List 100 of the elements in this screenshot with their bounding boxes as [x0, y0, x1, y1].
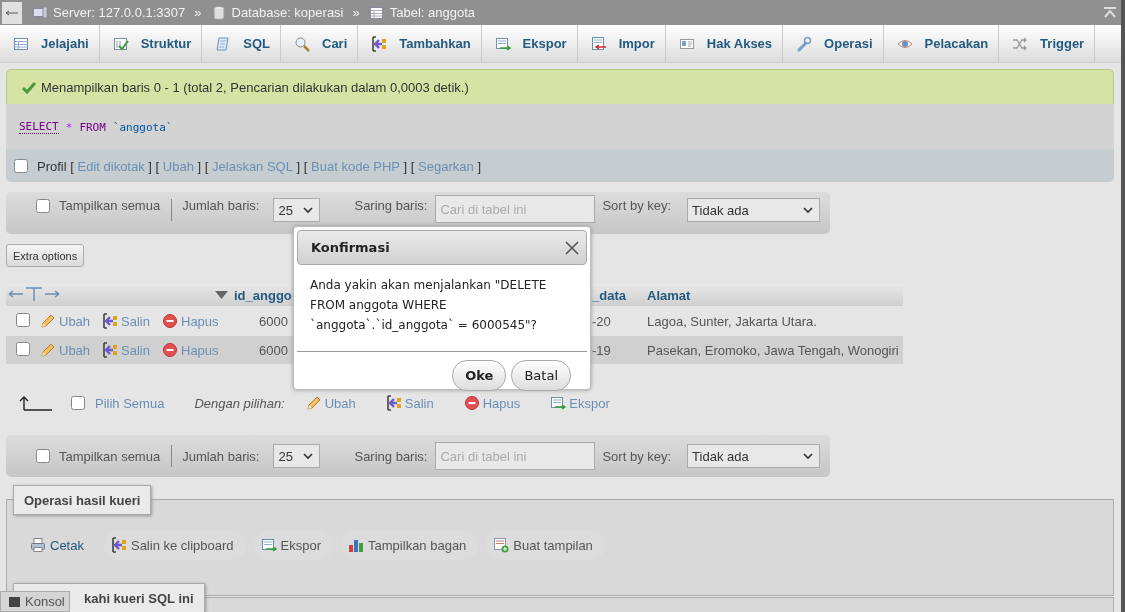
with-selected-label: Dengan pilihan: — [194, 395, 285, 411]
table-cell-text: 6000 — [258, 313, 289, 329]
table-icon — [368, 4, 385, 21]
tab[interactable]: Tambahkan — [358, 25, 482, 62]
collapse-button[interactable] — [2, 1, 22, 24]
tab[interactable]: Trigger — [999, 25, 1096, 62]
bracket: [ — [154, 158, 161, 174]
sort-select[interactable]: Tidak ada — [687, 444, 821, 468]
check-icon — [21, 79, 37, 95]
export-icon — [494, 35, 511, 52]
operation-button[interactable]: Cetak — [23, 530, 96, 560]
filter-label: Saring baris: — [354, 448, 428, 464]
insert-icon — [110, 537, 127, 553]
table-cell-text: Pasekan, Eromoko, Jawa Tengah, Wonogiri — [647, 342, 900, 358]
search-icon — [294, 35, 310, 52]
chevron-icon — [803, 206, 814, 214]
wrench-icon — [796, 35, 813, 52]
bar-chart-icon — [348, 537, 365, 553]
tab[interactable]: SQL — [202, 25, 281, 62]
message-text: Menampilkan baris 0 - 1 (total 2, Pencarian dilakukan dalam 0,0003 detik.) — [41, 79, 469, 95]
show-all-label: Tampilkan semua — [59, 198, 161, 213]
table-cell-text: -19 — [592, 342, 612, 358]
sort-label: Sort by key: — [602, 198, 672, 213]
tab[interactable]: Pelacakan — [883, 25, 1000, 62]
tab[interactable]: Ekspor — [481, 25, 578, 62]
select-arrow-icon — [19, 395, 53, 411]
rows-label: Jumlah baris: — [182, 448, 260, 464]
chevron-icon — [803, 452, 814, 460]
tab[interactable]: Struktur — [99, 25, 203, 62]
extra-options-button[interactable]: Extra options — [6, 244, 85, 267]
delete-icon — [463, 395, 480, 411]
export-icon — [550, 395, 567, 411]
sql-query: SELECT * FROM `anggota` — [6, 104, 1114, 150]
checkbox[interactable] — [16, 312, 30, 327]
insert-icon — [102, 313, 119, 329]
pencil-icon — [40, 313, 56, 329]
breadcrumb-link[interactable]: Server: 127.0.0.1:3307 — [32, 4, 186, 21]
scroll-top-icon[interactable] — [1103, 6, 1117, 19]
close-icon[interactable] — [564, 239, 580, 256]
view-icon — [493, 537, 510, 553]
table-icon — [13, 35, 29, 52]
tab[interactable]: Hak Akses — [665, 25, 784, 62]
breadcrumb-separator: » — [352, 5, 360, 20]
breadcrumb-separator: » — [194, 5, 202, 20]
shuffle-icon — [1012, 35, 1029, 52]
column-resize-icon[interactable] — [8, 286, 60, 301]
table-cell-text: Lagoa, Sunter, Jakarta Utara. — [647, 313, 818, 329]
rows-label: Jumlah baris: — [182, 198, 260, 213]
console-icon — [9, 596, 20, 607]
column-header[interactable]: _data — [592, 287, 626, 303]
pencil-icon — [305, 395, 322, 411]
sort-select[interactable]: Tidak ada — [687, 198, 821, 222]
bulk-action[interactable]: Salin — [385, 395, 434, 411]
profil-label: Profil — [37, 158, 67, 174]
insert-icon — [102, 342, 119, 358]
table-cell-text: -20 — [592, 313, 612, 329]
bracket: [ — [203, 158, 210, 174]
tab[interactable]: Jelajahi — [0, 25, 100, 62]
table-cell-text: 6000 — [258, 342, 289, 358]
bulk-action[interactable]: Hapus — [463, 395, 521, 411]
tab[interactable]: Cari — [281, 25, 359, 62]
dialog-message: Anda yakin akan menjalankan "DELETE FROM anggota WHERE `anggota`.`id_anggota` = 6000545"? — [309, 277, 548, 334]
printer-icon — [30, 537, 46, 553]
bracket: [ — [69, 158, 75, 174]
import-icon — [590, 35, 607, 52]
bracket: [ — [302, 158, 309, 174]
bracket: ] — [295, 158, 301, 174]
console-tab[interactable]: Konsol — [0, 591, 70, 612]
collapse-icon — [6, 9, 18, 16]
bracket: ] — [476, 158, 481, 174]
checkbox[interactable] — [16, 341, 30, 356]
dialog-button[interactable]: Batal — [511, 360, 571, 391]
tab[interactable]: Operasi — [783, 25, 884, 62]
column-header[interactable]: Alamat — [647, 287, 691, 303]
document-icon — [215, 35, 232, 52]
delete-icon — [162, 313, 178, 329]
chevron-icon — [303, 452, 314, 460]
dialog-button[interactable]: Oke — [452, 360, 507, 391]
export-icon — [260, 537, 277, 553]
checkbox[interactable] — [14, 159, 28, 173]
pencil-icon — [40, 342, 56, 358]
bracket: [ — [409, 158, 416, 174]
structure-icon — [112, 35, 129, 52]
checkbox[interactable] — [71, 396, 85, 410]
rows-select[interactable]: 25 — [273, 444, 321, 468]
insert-icon — [371, 35, 388, 52]
delete-icon — [162, 342, 178, 358]
panel-legend: Operasi hasil kueri — [13, 485, 152, 515]
checkbox[interactable] — [36, 449, 50, 463]
checkbox[interactable] — [36, 199, 50, 213]
insert-icon — [385, 395, 402, 411]
column-header[interactable]: id_anggo — [234, 287, 292, 303]
breadcrumb-link[interactable]: Database: koperasi — [210, 4, 344, 21]
row-action[interactable]: Ubah — [40, 313, 91, 329]
breadcrumb-link[interactable]: Tabel: anggota — [368, 4, 476, 21]
tab[interactable]: Impor — [577, 25, 666, 62]
row-action[interactable]: Hapus — [162, 313, 219, 329]
rows-select[interactable]: 25 — [273, 198, 321, 222]
select-all-link[interactable]: Pilih Semua — [95, 395, 165, 411]
bracket: ] — [147, 158, 152, 174]
